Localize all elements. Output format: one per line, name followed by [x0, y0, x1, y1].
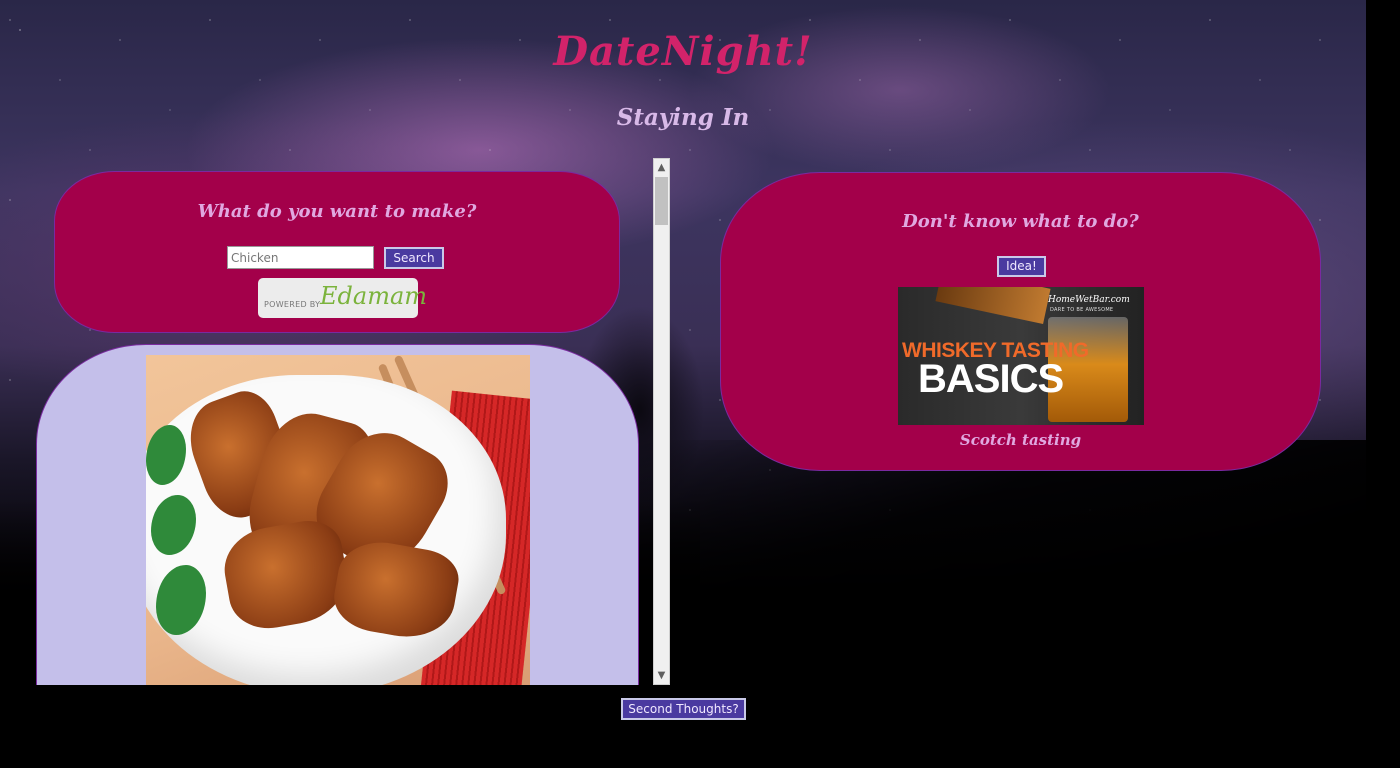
- idea-panel: Don't know what to do? Idea! HomeWetBar.…: [720, 172, 1321, 471]
- recipe-image[interactable]: [146, 355, 530, 685]
- recipe-search-input[interactable]: [227, 246, 374, 269]
- edamam-logo: Edamam: [320, 282, 428, 310]
- roof-silhouette: [640, 440, 1366, 768]
- page-subtitle: Staying In: [616, 104, 750, 131]
- powered-by-label: POWERED BY: [264, 300, 321, 309]
- whiskey-bottle: [935, 287, 1051, 325]
- search-button[interactable]: Search: [384, 247, 444, 269]
- idea-button[interactable]: Idea!: [997, 256, 1046, 277]
- idea-heading: Don't know what to do?: [902, 211, 1139, 232]
- scroll-up-icon[interactable]: ▲: [654, 159, 669, 176]
- left-scroll-region[interactable]: What do you want to make? Search POWERED…: [0, 158, 670, 685]
- scroll-thumb[interactable]: [655, 177, 668, 225]
- second-thoughts-button[interactable]: Second Thoughts?: [621, 698, 746, 720]
- idea-image[interactable]: HomeWetBar.com DARE TO BE AWESOME WHISKE…: [898, 287, 1144, 425]
- edamam-badge[interactable]: POWERED BY Edamam: [258, 278, 427, 318]
- image-text-line2: BASICS: [918, 357, 1064, 401]
- recipe-result-panel: [36, 344, 639, 685]
- recipe-search-panel: What do you want to make? Search POWERED…: [54, 171, 620, 333]
- image-brand: HomeWetBar.com: [1048, 295, 1130, 305]
- recipe-search-heading: What do you want to make?: [197, 201, 477, 222]
- idea-caption: Scotch tasting: [959, 431, 1082, 449]
- left-scrollbar[interactable]: ▲ ▼: [653, 158, 670, 685]
- app-title: DateNight!: [553, 28, 813, 75]
- scroll-down-icon[interactable]: ▼: [654, 667, 669, 684]
- image-tagline: DARE TO BE AWESOME: [1050, 307, 1114, 313]
